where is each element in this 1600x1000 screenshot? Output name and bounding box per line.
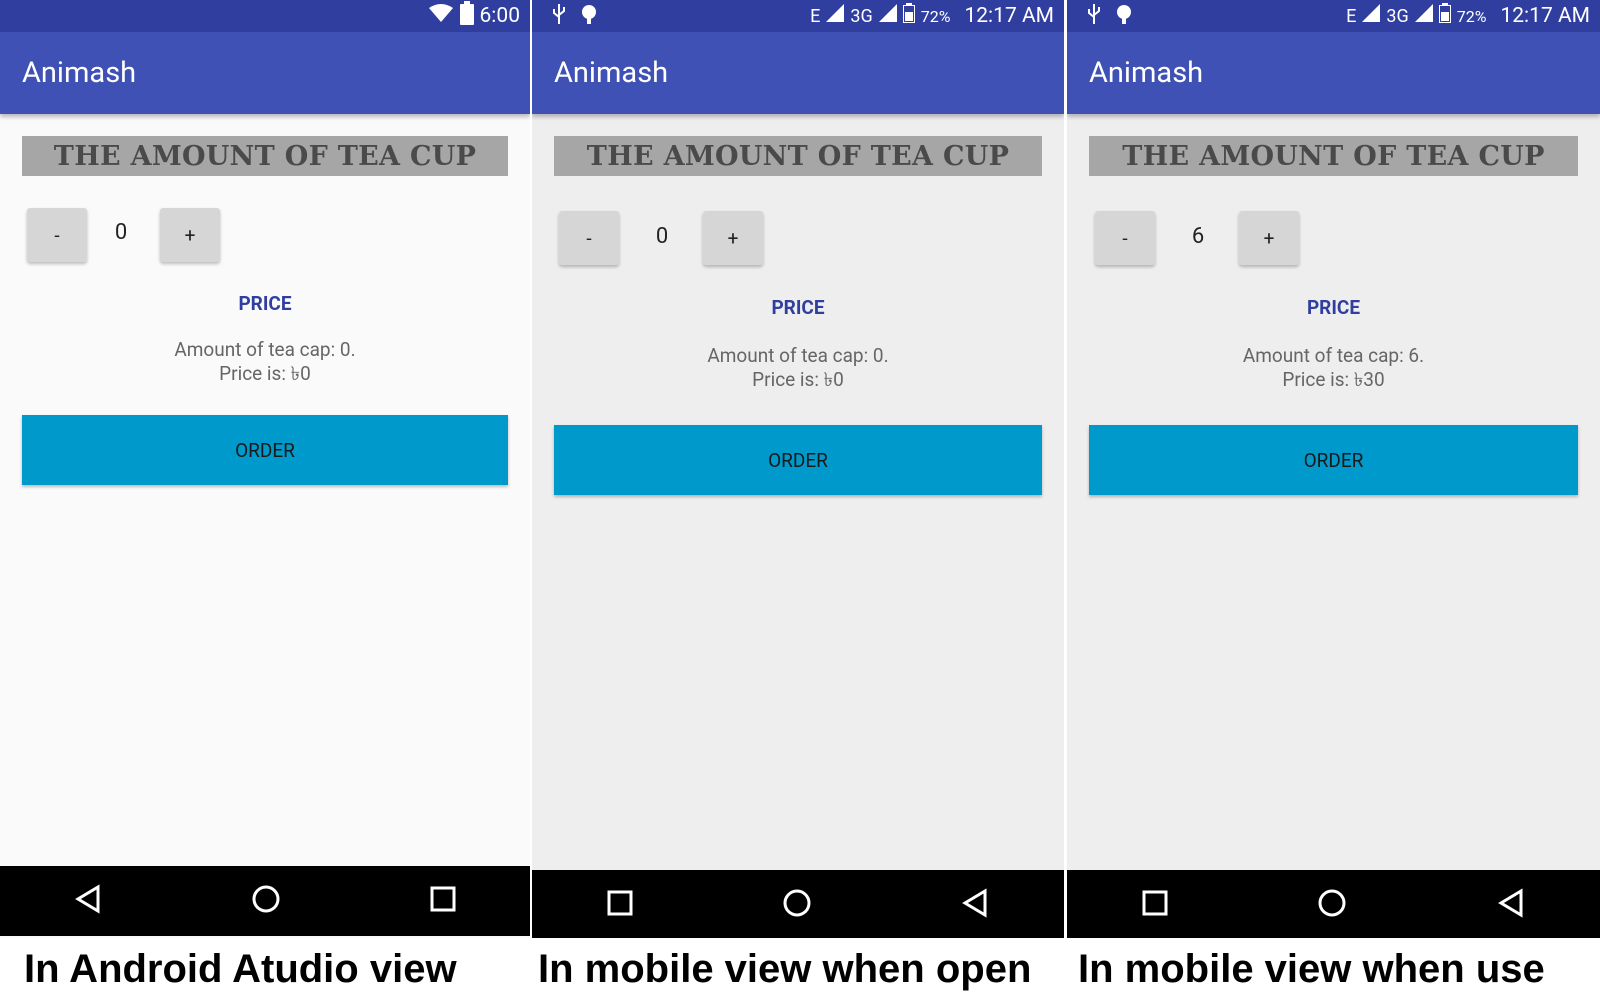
status-time: 12:17 AM <box>964 4 1054 28</box>
battery-icon <box>459 1 474 31</box>
signal-icon <box>1362 4 1381 28</box>
status-bar: 6:00 <box>0 0 530 32</box>
signal-icon <box>878 4 897 28</box>
navigation-bar <box>1067 870 1600 938</box>
network-type-3g: 3G <box>1386 5 1409 27</box>
navigation-bar <box>0 866 530 936</box>
android-debug-icon <box>580 3 598 30</box>
order-summary: Amount of tea cap: 0. Price is: ৳0 <box>532 344 1064 392</box>
summary-price-line: Price is: ৳0 <box>219 362 311 385</box>
back-icon[interactable] <box>1497 888 1525 922</box>
network-type-3g: 3G <box>850 5 873 27</box>
price-label: PRICE <box>1306 296 1361 319</box>
increment-button[interactable]: + <box>1239 211 1299 265</box>
mobile-view-open: E 3G 72% 12:17 AM Animash THE AMOUNT OF … <box>532 0 1064 938</box>
quantity-value: 0 <box>655 224 669 249</box>
section-heading: THE AMOUNT OF TEA CUP <box>22 136 508 176</box>
status-time: 12:17 AM <box>1500 4 1590 28</box>
back-icon[interactable] <box>74 884 102 918</box>
recents-icon[interactable] <box>430 886 456 916</box>
order-button[interactable]: ORDER <box>554 425 1042 495</box>
signal-icon <box>826 4 845 28</box>
app-bar: Animash <box>532 32 1064 114</box>
android-studio-preview: 6:00 Animash THE AMOUNT OF TEA CUP - 0 +… <box>0 0 530 938</box>
status-bar: E 3G 72% 12:17 AM <box>532 0 1064 32</box>
battery-percent: 72% <box>1456 6 1487 26</box>
app-bar: Animash <box>0 32 530 114</box>
caption-mobile-use: In mobile view when use <box>1078 946 1545 991</box>
home-icon[interactable] <box>1317 888 1347 922</box>
android-debug-icon <box>1115 3 1133 30</box>
app-title: Animash <box>554 56 669 90</box>
order-button[interactable]: ORDER <box>1089 425 1578 495</box>
battery-icon <box>1438 3 1451 29</box>
caption-mobile-open: In mobile view when open <box>538 946 1032 991</box>
summary-quantity-line: Amount of tea cap: 0. <box>707 344 889 367</box>
quantity-value: 6 <box>1191 224 1205 249</box>
quantity-value: 0 <box>114 220 128 245</box>
summary-quantity-line: Amount of tea cap: 6. <box>1242 344 1425 367</box>
usb-icon <box>552 3 566 30</box>
mobile-view-use: E 3G 72% 12:17 AM Animash THE AMOUNT OF … <box>1067 0 1600 938</box>
caption-android-studio: In Android Atudio view <box>24 946 457 991</box>
back-icon[interactable] <box>961 888 989 922</box>
signal-icon <box>1414 4 1433 28</box>
recents-icon[interactable] <box>1142 890 1168 920</box>
home-icon[interactable] <box>251 884 281 918</box>
summary-quantity-line: Amount of tea cap: 0. <box>174 338 356 361</box>
summary-price-line: Price is: ৳0 <box>752 368 844 391</box>
order-button[interactable]: ORDER <box>22 415 508 485</box>
navigation-bar <box>532 870 1064 938</box>
app-bar: Animash <box>1067 32 1600 114</box>
increment-button[interactable]: + <box>703 211 763 265</box>
order-summary: Amount of tea cap: 6. Price is: ৳30 <box>1067 344 1600 392</box>
decrement-button[interactable]: - <box>559 211 619 265</box>
recents-icon[interactable] <box>607 890 633 920</box>
home-icon[interactable] <box>782 888 812 922</box>
battery-percent: 72% <box>920 6 951 26</box>
summary-price-line: Price is: ৳30 <box>1282 368 1385 391</box>
status-time: 6:00 <box>479 4 521 28</box>
order-summary: Amount of tea cap: 0. Price is: ৳0 <box>0 338 530 386</box>
panel-divider <box>1064 0 1066 938</box>
decrement-button[interactable]: - <box>1095 211 1155 265</box>
decrement-button[interactable]: - <box>27 208 87 262</box>
network-type-e: E <box>1346 5 1357 27</box>
network-type-e: E <box>810 5 821 27</box>
price-label: PRICE <box>771 296 825 319</box>
section-heading: THE AMOUNT OF TEA CUP <box>554 136 1042 176</box>
battery-icon <box>902 3 915 29</box>
section-heading: THE AMOUNT OF TEA CUP <box>1089 136 1578 176</box>
wifi-icon <box>428 3 454 29</box>
status-bar: E 3G 72% 12:17 AM <box>1067 0 1600 32</box>
price-label: PRICE <box>238 292 292 315</box>
usb-icon <box>1087 3 1101 30</box>
app-title: Animash <box>1089 56 1204 90</box>
increment-button[interactable]: + <box>160 208 220 262</box>
app-title: Animash <box>22 56 137 90</box>
